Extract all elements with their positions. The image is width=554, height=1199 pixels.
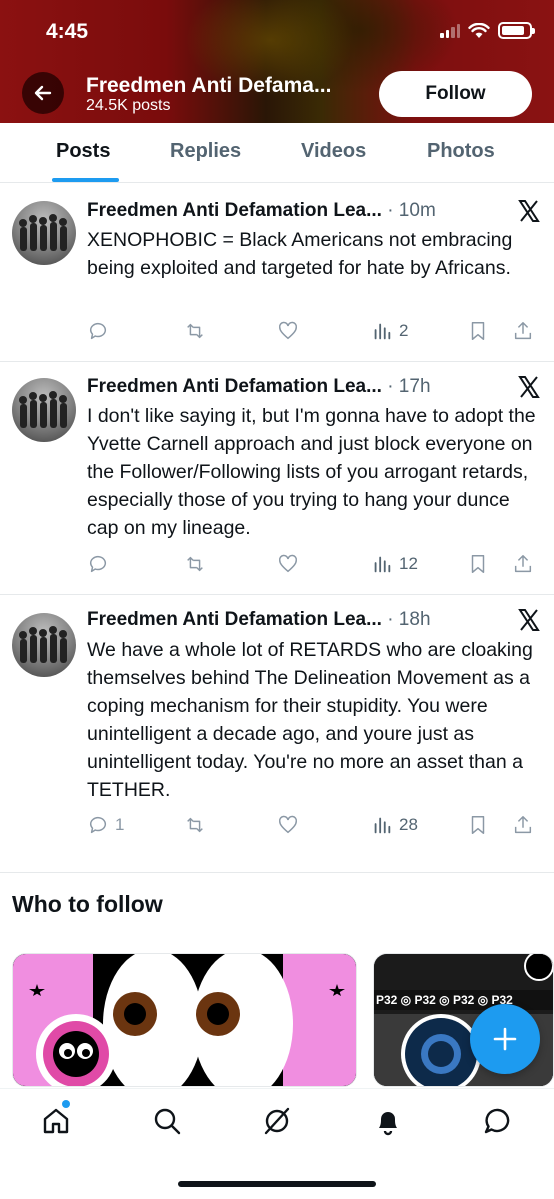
signal-icon — [440, 23, 460, 38]
share-button[interactable] — [512, 814, 534, 836]
post-actions: 12 — [87, 553, 537, 577]
like-icon — [279, 554, 297, 573]
share-button[interactable] — [512, 320, 534, 342]
bell-icon[interactable] — [372, 1105, 404, 1137]
post[interactable]: Freedmen Anti Defamation Lea... · 10m XE… — [0, 183, 554, 362]
share-icon — [514, 555, 532, 573]
like-button[interactable] — [277, 320, 305, 342]
post-text: XENOPHOBIC = Black Americans not embraci… — [87, 229, 513, 279]
tab-videos[interactable]: Videos — [301, 140, 366, 163]
post-actions: 2 — [87, 320, 537, 344]
card-banner — [13, 954, 356, 1086]
repost-icon — [187, 323, 203, 339]
card-banner-text: P32 ◎ P32 ◎ P32 ◎ P32 — [376, 993, 513, 1007]
like-button[interactable] — [277, 553, 305, 575]
post-author[interactable]: Freedmen Anti Defamation Lea... · 18h — [87, 609, 431, 631]
bookmark-button[interactable] — [467, 553, 489, 575]
back-button[interactable] — [22, 72, 64, 114]
post[interactable]: Freedmen Anti Defamation Lea... · 18h We… — [0, 595, 554, 873]
bookmark-button[interactable] — [467, 814, 489, 836]
post-time: · 18h — [387, 609, 431, 630]
avatar[interactable] — [12, 378, 76, 442]
battery-icon — [498, 22, 535, 39]
bookmark-icon — [471, 555, 485, 573]
grok-icon[interactable] — [261, 1105, 293, 1137]
tab-photos[interactable]: Photos — [427, 140, 495, 163]
bookmark-button[interactable] — [467, 320, 489, 342]
post-time: · 10m — [387, 200, 436, 221]
reply-button[interactable] — [87, 320, 115, 342]
posts-count: 24.5K posts — [86, 97, 171, 114]
profile-tabs: Posts Replies Videos Photos — [0, 123, 554, 183]
reply-icon — [89, 816, 106, 834]
post-text: I don't like saying it, but I'm gonna ha… — [87, 405, 536, 539]
active-tab-indicator — [52, 178, 119, 182]
messages-icon[interactable] — [482, 1105, 514, 1137]
like-icon — [279, 815, 297, 834]
repost-button[interactable] — [184, 553, 212, 575]
repost-button[interactable] — [184, 814, 212, 836]
x-logo-icon — [518, 609, 540, 631]
views-icon — [374, 817, 391, 834]
back-arrow-icon — [34, 85, 52, 101]
repost-button[interactable] — [184, 320, 212, 342]
like-icon — [279, 321, 297, 340]
post-author[interactable]: Freedmen Anti Defamation Lea... · 17h — [87, 376, 431, 398]
share-icon — [514, 816, 532, 834]
views-button[interactable]: 28 — [371, 814, 418, 836]
bookmark-icon — [471, 322, 485, 340]
views-count: 2 — [399, 321, 409, 340]
status-time: 4:45 — [46, 20, 89, 43]
bookmark-icon — [471, 816, 485, 834]
views-count: 12 — [399, 554, 418, 573]
post[interactable]: Freedmen Anti Defamation Lea... · 17h I … — [0, 362, 554, 595]
share-button[interactable] — [512, 553, 534, 575]
who-to-follow-title: Who to follow — [12, 891, 163, 917]
plus-icon — [493, 1027, 517, 1051]
views-button[interactable]: 12 — [371, 553, 418, 575]
post-actions: 1 28 — [87, 814, 537, 838]
search-icon[interactable] — [151, 1105, 183, 1137]
profile-name: Freedmen Anti Defama... — [86, 74, 332, 97]
post-text: We have a whole lot of RETARDS who are c… — [87, 639, 533, 801]
profile-banner: 4:45 Freedmen Anti Defama... 24.5K posts… — [0, 0, 554, 123]
x-logo-icon — [518, 200, 540, 222]
suggested-account-card[interactable] — [12, 953, 357, 1087]
status-icons — [440, 22, 535, 39]
views-icon — [374, 556, 391, 573]
home-indicator — [178, 1181, 376, 1187]
views-button[interactable]: 2 — [371, 320, 408, 342]
post-author[interactable]: Freedmen Anti Defamation Lea... · 10m — [87, 200, 436, 222]
repost-icon — [187, 817, 203, 833]
tab-replies[interactable]: Replies — [170, 140, 241, 163]
like-button[interactable] — [277, 814, 305, 836]
home-icon[interactable] — [40, 1105, 72, 1137]
reply-button[interactable]: 1 — [87, 814, 124, 836]
tab-posts[interactable]: Posts — [56, 140, 110, 163]
repost-icon — [187, 556, 203, 572]
x-logo-icon — [518, 376, 540, 398]
share-icon — [514, 322, 532, 340]
post-time: · 17h — [387, 376, 431, 397]
avatar[interactable] — [12, 613, 76, 677]
follow-button[interactable]: Follow — [379, 71, 532, 117]
reply-count: 1 — [115, 815, 125, 834]
views-count: 28 — [399, 815, 418, 834]
avatar[interactable] — [12, 201, 76, 265]
reply-icon — [89, 322, 106, 340]
wifi-icon — [468, 22, 490, 38]
compose-button[interactable] — [470, 1004, 540, 1074]
home-notification-dot — [62, 1100, 70, 1108]
reply-icon — [89, 555, 106, 573]
views-icon — [374, 323, 391, 340]
reply-button[interactable] — [87, 553, 115, 575]
